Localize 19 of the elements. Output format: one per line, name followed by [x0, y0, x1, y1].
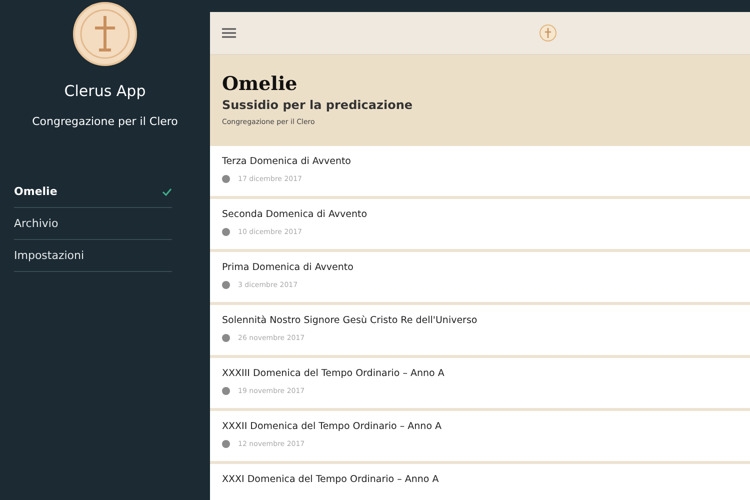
homily-title: XXXIII Domenica del Tempo Ordinario – Anno A	[222, 368, 446, 379]
menu-item[interactable]: Omelie	[14, 176, 172, 208]
homily-title: Prima Domenica di Avvento	[222, 262, 354, 273]
menu-icon[interactable]	[222, 28, 236, 38]
homily-title: Solennità Nostro Signore Gesù Cristo Re dell'Universo	[222, 315, 478, 326]
seal-icon	[539, 24, 557, 42]
menu-item[interactable]: Archivio	[14, 208, 172, 240]
page-subtitle: Sussidio per la predicazione	[222, 98, 414, 112]
check-icon	[162, 188, 172, 196]
page-title: Omelie	[222, 73, 298, 95]
homily-title: Terza Domenica di Avvento	[222, 156, 352, 167]
menu-item[interactable]: Impostazioni	[14, 240, 172, 272]
homily-title: Seconda Domenica di Avvento	[222, 209, 368, 220]
seal-logo-drawing	[73, 2, 137, 66]
app-name: Clerus App	[64, 82, 146, 100]
homily-title: XXXII Domenica del Tempo Ordinario – Anno A	[222, 421, 443, 432]
homily-row[interactable]: XXXI Domenica del Tempo Ordinario – Anno A	[210, 464, 750, 500]
app-subtitle: Congregazione per il Clero	[32, 115, 178, 128]
homily-title: XXXI Domenica del Tempo Ordinario – Anno A	[222, 474, 440, 485]
